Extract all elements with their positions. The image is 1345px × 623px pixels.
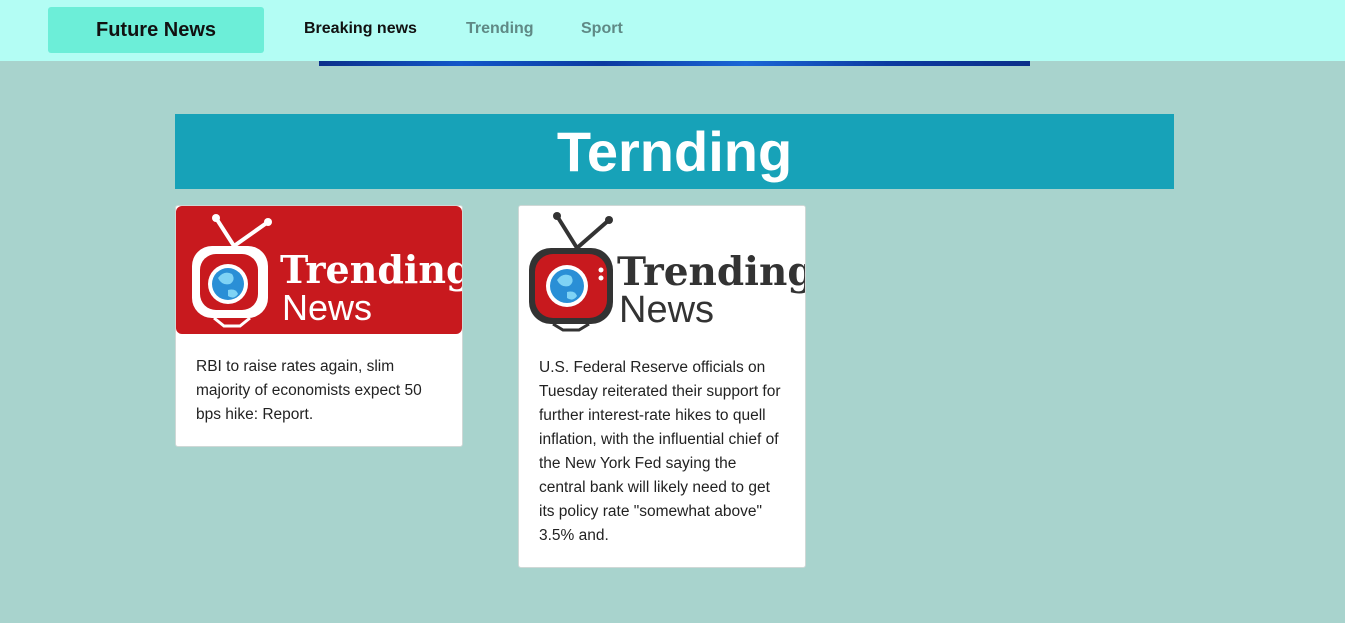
logo-wordmark: Trending News <box>617 249 806 331</box>
nav-link-breaking-news[interactable]: Breaking news <box>304 20 417 38</box>
logo-wordmark: Trending News <box>280 247 463 328</box>
logo-line-news: News <box>282 287 373 328</box>
news-card-text: U.S. Federal Reserve officials on Tuesda… <box>539 359 781 544</box>
nav-link-sport[interactable]: Sport <box>581 20 623 38</box>
news-card[interactable]: Trending News U.S. Federal Reserve offic… <box>518 205 806 568</box>
brand-logo-button[interactable]: Future News <box>48 7 264 53</box>
banner-image-strip <box>319 61 1030 66</box>
logo-line-news: News <box>619 289 715 331</box>
news-card[interactable]: Trending News RBI to raise rates again, … <box>175 205 463 447</box>
section-title: Ternding <box>175 114 1174 189</box>
news-card-text: RBI to raise rates again, slim majority … <box>196 358 422 423</box>
nav-link-trending[interactable]: Trending <box>466 20 534 38</box>
top-navbar: Future News Breaking news Trending Sport <box>0 0 1345 61</box>
logo-line-trending: Trending <box>617 249 806 295</box>
logo-line-trending: Trending <box>280 247 463 292</box>
